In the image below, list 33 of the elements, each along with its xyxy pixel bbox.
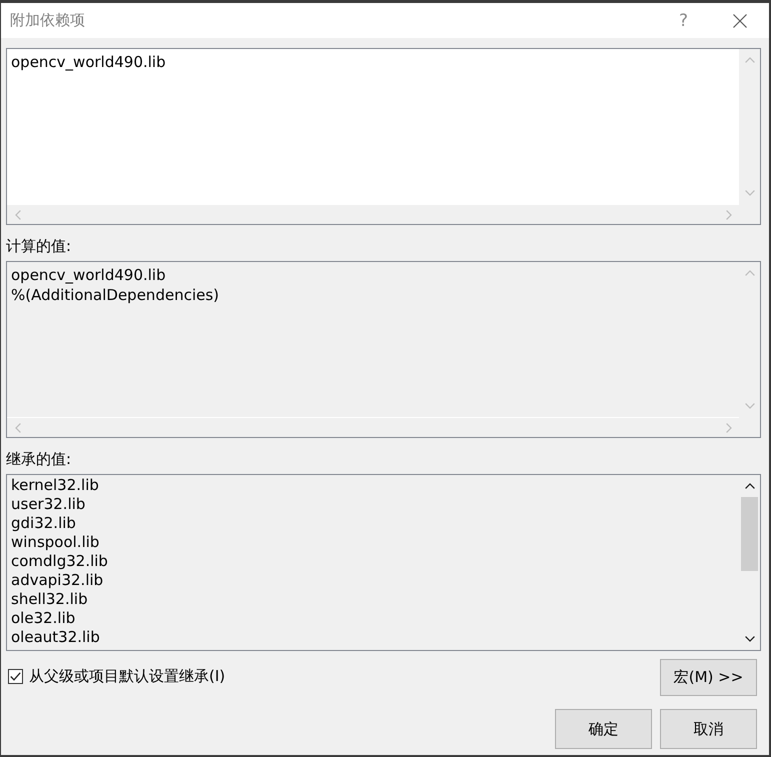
chevron-right-icon[interactable] xyxy=(726,422,732,432)
chevron-down-icon[interactable] xyxy=(744,636,754,642)
scrollbar-thumb[interactable] xyxy=(741,497,758,571)
list-item: shell32.lib xyxy=(11,590,88,609)
text-line: %(AdditionalDependencies) xyxy=(11,285,220,305)
checkbox-label[interactable]: 从父级或项目默认设置继承(I) xyxy=(29,666,226,686)
list-item: advapi32.lib xyxy=(11,571,104,590)
list-item: ole32.lib xyxy=(11,609,76,628)
list-item: comdlg32.lib xyxy=(11,552,108,571)
chevron-left-icon[interactable] xyxy=(14,210,20,220)
dialog-button[interactable]: 取消 xyxy=(660,709,757,749)
list-item: oleaut32.lib xyxy=(11,628,100,647)
chevron-left-icon[interactable] xyxy=(14,422,20,432)
text-area[interactable]: opencv_world490.lib %(AdditionalDependencies) xyxy=(6,261,761,438)
macro-button[interactable]: 宏(M) >> xyxy=(660,659,757,696)
text-area[interactable]: opencv_world490.lib xyxy=(6,48,761,225)
list-item: winspool.lib xyxy=(11,533,100,552)
text-area[interactable]: kernel32.lib user32.lib gdi32.lib winspool.lib comdlg32.lib advapi32.lib shell32.lib ole32.lib oleaut32.lib xyxy=(6,474,761,651)
checkmark-icon xyxy=(10,672,21,680)
close-icon[interactable] xyxy=(733,14,747,28)
list-item: user32.lib xyxy=(11,495,86,514)
section-label: 计算的值: xyxy=(6,236,72,256)
window-title: 附加依赖项 xyxy=(9,10,85,32)
checkbox[interactable] xyxy=(8,668,23,684)
text-line: opencv_world490.lib xyxy=(11,265,166,285)
dialog-button[interactable]: 确定 xyxy=(555,709,652,749)
text-line: opencv_world490.lib xyxy=(11,52,166,72)
chevron-right-icon[interactable] xyxy=(726,210,732,220)
chevron-up-icon[interactable] xyxy=(744,483,754,489)
horizontal-scrollbar[interactable] xyxy=(7,204,739,224)
list-item: gdi32.lib xyxy=(11,514,76,533)
list-item: kernel32.lib xyxy=(11,476,99,495)
section-label: 继承的值: xyxy=(6,449,72,469)
